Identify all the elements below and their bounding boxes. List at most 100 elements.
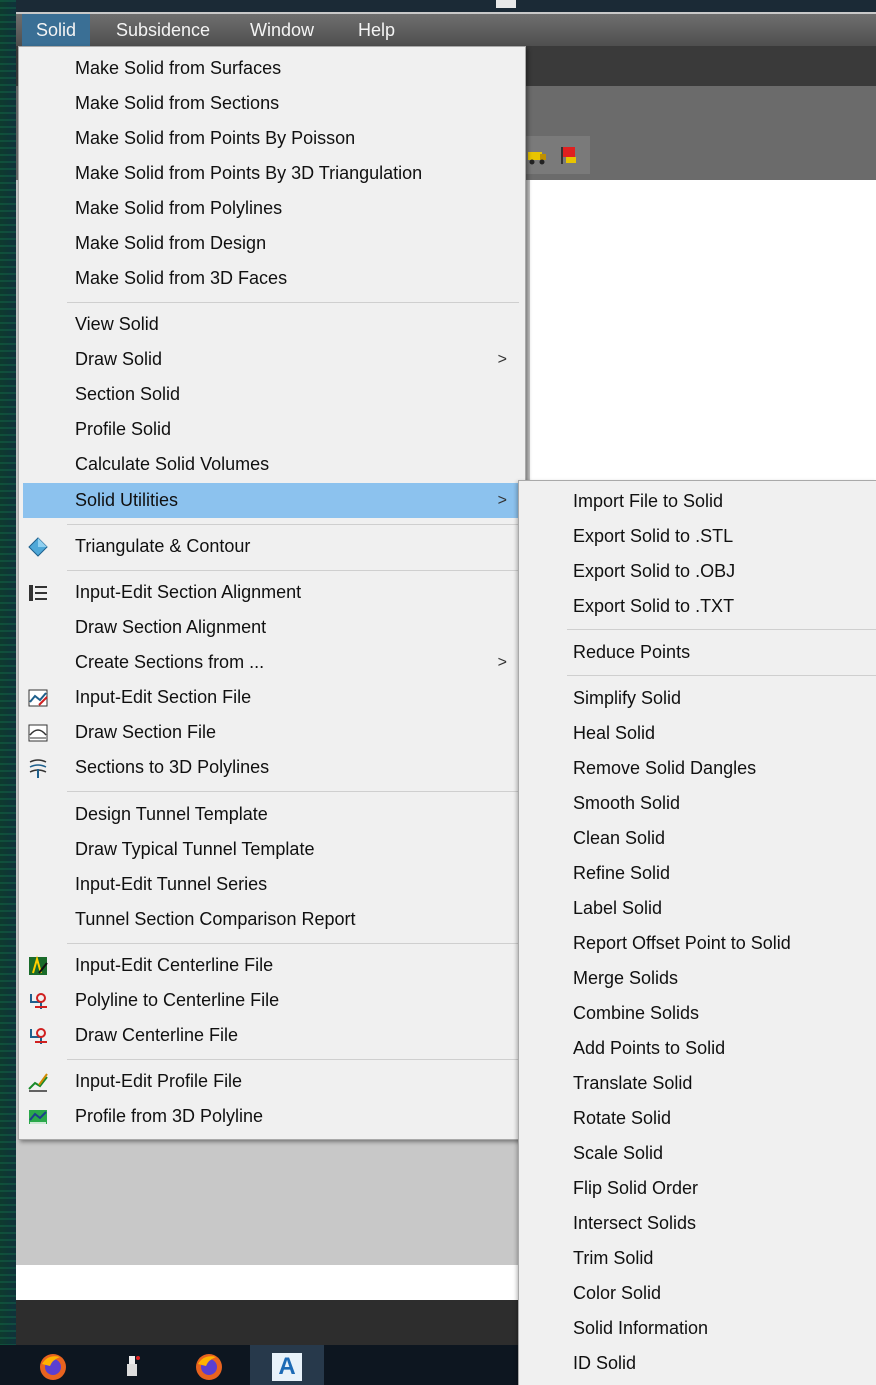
menu-item-label: Make Solid from Sections	[75, 93, 280, 113]
submenu-item-report-offset-point[interactable]: Report Offset Point to Solid	[523, 926, 872, 961]
menu-item-label: Simplify Solid	[573, 688, 682, 708]
submenu-item-rotate-solid[interactable]: Rotate Solid	[523, 1101, 872, 1136]
section-alignment-icon	[29, 585, 47, 601]
menu-item-draw-solid[interactable]: Draw Solid >	[23, 342, 521, 377]
menu-item-draw-section-alignment[interactable]: Draw Section Alignment	[23, 610, 521, 645]
menu-item-label: Draw Section File	[75, 722, 217, 742]
submenu-item-clean-solid[interactable]: Clean Solid	[523, 821, 872, 856]
menu-item-label: Input-Edit Section File	[75, 687, 252, 707]
menu-item-make-solid-from-3d-faces[interactable]: Make Solid from 3D Faces	[23, 261, 521, 296]
submenu-item-merge-solids[interactable]: Merge Solids	[523, 961, 872, 996]
menu-item-input-edit-tunnel-series[interactable]: Input-Edit Tunnel Series	[23, 867, 521, 902]
submenu-item-import-file-to-solid[interactable]: Import File to Solid	[523, 484, 872, 519]
submenu-item-refine-solid[interactable]: Refine Solid	[523, 856, 872, 891]
submenu-item-color-solid[interactable]: Color Solid	[523, 1276, 872, 1311]
menu-item-label: Section Solid	[75, 384, 181, 404]
menu-item-triangulate-contour[interactable]: Triangulate & Contour	[23, 529, 521, 564]
menu-help[interactable]: Help	[344, 14, 409, 46]
submenu-item-add-points-to-solid[interactable]: Add Points to Solid	[523, 1031, 872, 1066]
submenu-item-export-solid-txt[interactable]: Export Solid to .TXT	[523, 589, 872, 624]
submenu-item-translate-solid[interactable]: Translate Solid	[523, 1066, 872, 1101]
menu-item-label: Profile Solid	[75, 419, 172, 439]
truck-icon[interactable]	[526, 144, 548, 166]
submenu-item-trim-solid[interactable]: Trim Solid	[523, 1241, 872, 1276]
menu-item-label: Add Points to Solid	[573, 1038, 726, 1058]
menu-item-label: Polyline to Centerline File	[75, 990, 280, 1010]
menu-item-make-solid-3d-triangulation[interactable]: Make Solid from Points By 3D Triangulati…	[23, 156, 521, 191]
menu-item-tunnel-section-comparison-report[interactable]: Tunnel Section Comparison Report	[23, 902, 521, 937]
taskbar-active-app[interactable]: A	[250, 1345, 324, 1385]
menu-item-label: Make Solid from Surfaces	[75, 58, 282, 78]
menu-item-draw-typical-tunnel-template[interactable]: Draw Typical Tunnel Template	[23, 832, 521, 867]
menu-item-make-solid-from-surfaces[interactable]: Make Solid from Surfaces	[23, 51, 521, 86]
menu-item-label: Merge Solids	[573, 968, 679, 988]
menu-item-profile-solid[interactable]: Profile Solid	[23, 412, 521, 447]
command-line[interactable]	[16, 1265, 518, 1300]
submenu-item-export-solid-stl[interactable]: Export Solid to .STL	[523, 519, 872, 554]
submenu-item-reduce-points[interactable]: Reduce Points	[523, 635, 872, 670]
menu-item-input-edit-profile-file[interactable]: Input-Edit Profile File	[23, 1064, 521, 1099]
drawing-canvas[interactable]	[530, 180, 876, 480]
menu-item-make-solid-poisson[interactable]: Make Solid from Points By Poisson	[23, 121, 521, 156]
menu-separator	[67, 943, 519, 944]
menu-separator	[567, 675, 876, 676]
menu-item-draw-centerline-file[interactable]: Draw Centerline File	[23, 1018, 521, 1053]
menu-bar: Solid Subsidence Window Help	[16, 14, 876, 46]
centerline-edit-icon	[29, 955, 48, 975]
menu-item-section-solid[interactable]: Section Solid	[23, 377, 521, 412]
profile-polyline-icon	[29, 1110, 47, 1124]
submenu-item-intersect-solids[interactable]: Intersect Solids	[523, 1206, 872, 1241]
menu-item-calculate-solid-volumes[interactable]: Calculate Solid Volumes	[23, 447, 521, 482]
submenu-arrow-icon: >	[497, 492, 507, 509]
title-strip	[16, 0, 876, 12]
submenu-item-id-solid[interactable]: ID Solid	[523, 1346, 872, 1381]
submenu-item-combine-solids[interactable]: Combine Solids	[523, 996, 872, 1031]
menu-item-label: Flip Solid Order	[573, 1178, 699, 1198]
menu-separator	[67, 302, 519, 303]
menu-item-label: Export Solid to .STL	[573, 526, 734, 546]
submenu-item-scale-solid[interactable]: Scale Solid	[523, 1136, 872, 1171]
menu-item-input-edit-centerline-file[interactable]: Input-Edit Centerline File	[23, 948, 521, 983]
menu-item-make-solid-from-design[interactable]: Make Solid from Design	[23, 226, 521, 261]
solid-dropdown-menu: Make Solid from Surfaces Make Solid from…	[18, 46, 526, 1140]
menu-item-label: Tunnel Section Comparison Report	[75, 909, 356, 929]
menu-item-make-solid-from-polylines[interactable]: Make Solid from Polylines	[23, 191, 521, 226]
submenu-item-flip-solid-order[interactable]: Flip Solid Order	[523, 1171, 872, 1206]
menu-item-label: Make Solid from 3D Faces	[75, 268, 288, 288]
menu-item-label: Export Solid to .OBJ	[573, 561, 736, 581]
submenu-item-smooth-solid[interactable]: Smooth Solid	[523, 786, 872, 821]
menu-window[interactable]: Window	[236, 14, 328, 46]
menu-item-create-sections-from[interactable]: Create Sections from ... >	[23, 645, 521, 680]
submenu-item-label-solid[interactable]: Label Solid	[523, 891, 872, 926]
menu-item-view-solid[interactable]: View Solid	[23, 307, 521, 342]
firefox-icon[interactable]	[38, 1352, 68, 1382]
menu-item-input-edit-section-alignment[interactable]: Input-Edit Section Alignment	[23, 575, 521, 610]
submenu-item-remove-solid-dangles[interactable]: Remove Solid Dangles	[523, 751, 872, 786]
menu-item-design-tunnel-template[interactable]: Design Tunnel Template	[23, 797, 521, 832]
menu-item-label: View Solid	[75, 314, 159, 334]
menu-item-draw-section-file[interactable]: Draw Section File	[23, 715, 521, 750]
toolbar-icon-group	[520, 136, 590, 174]
menu-item-label: Smooth Solid	[573, 793, 681, 813]
menu-item-label: Refine Solid	[573, 863, 671, 883]
menu-item-label: Design Tunnel Template	[75, 804, 268, 824]
menu-item-make-solid-from-sections[interactable]: Make Solid from Sections	[23, 86, 521, 121]
firefox-icon[interactable]	[194, 1352, 224, 1382]
menu-subsidence[interactable]: Subsidence	[102, 14, 224, 46]
menu-item-input-edit-section-file[interactable]: Input-Edit Section File	[23, 680, 521, 715]
flag-icon[interactable]	[558, 144, 580, 166]
menu-item-sections-to-3d-polylines[interactable]: Sections to 3D Polylines	[23, 750, 521, 785]
menu-item-solid-utilities[interactable]: Solid Utilities >	[23, 483, 521, 518]
menu-item-label: Translate Solid	[573, 1073, 693, 1093]
menu-item-label: Solid Utilities	[75, 490, 179, 510]
submenu-item-export-solid-obj[interactable]: Export Solid to .OBJ	[523, 554, 872, 589]
submenu-item-solid-information[interactable]: Solid Information	[523, 1311, 872, 1346]
menu-item-profile-from-3d-polyline[interactable]: Profile from 3D Polyline	[23, 1099, 521, 1134]
submenu-item-simplify-solid[interactable]: Simplify Solid	[523, 681, 872, 716]
status-bar	[16, 1300, 518, 1345]
menu-item-polyline-to-centerline-file[interactable]: Polyline to Centerline File	[23, 983, 521, 1018]
submenu-item-heal-solid[interactable]: Heal Solid	[523, 716, 872, 751]
menu-item-label: Input-Edit Profile File	[75, 1071, 243, 1091]
menu-solid[interactable]: Solid	[22, 14, 91, 46]
app-icon[interactable]	[118, 1352, 148, 1382]
